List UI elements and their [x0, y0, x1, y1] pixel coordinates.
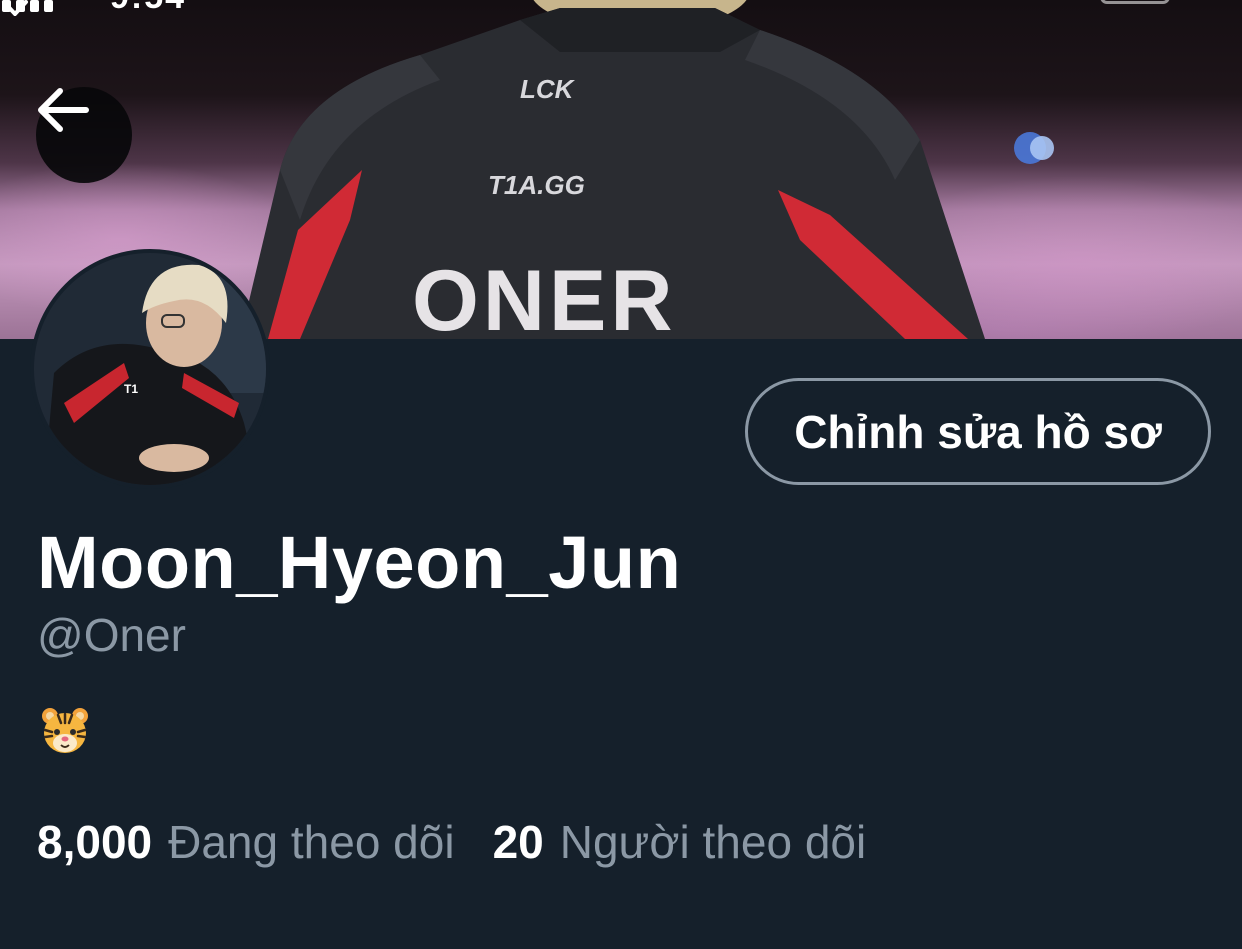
profile-handle: @Oner — [37, 609, 186, 661]
jacket-text-lck: LCK — [520, 74, 576, 104]
profile-screen: LCK T1A.GG ONER 9:54 — [0, 0, 1242, 949]
wifi-icon — [2, 0, 28, 16]
jacket-text-name: ONER — [412, 253, 676, 339]
edit-profile-button[interactable]: Chỉnh sửa hồ sơ — [745, 378, 1211, 485]
tiger-face-icon — [42, 708, 88, 753]
arrow-left-icon — [38, 88, 89, 132]
profile-avatar[interactable]: T1 — [30, 249, 270, 489]
following-count: 8,000 — [37, 816, 153, 868]
battery-icon — [1100, 0, 1170, 4]
profile-display-name: Moon_Hyeon_Jun — [37, 521, 682, 604]
status-time: 9:54 — [110, 0, 186, 17]
following-label: Đang theo dõi — [168, 816, 455, 868]
profile-stats: 8,000 Đang theo dõi 20 Người theo dõi — [37, 815, 866, 869]
svg-text:T1: T1 — [124, 382, 138, 396]
avatar-photo: T1 — [34, 253, 266, 485]
followers-stat[interactable]: 20 Người theo dõi — [493, 815, 867, 869]
jacket-text-sponsor: T1A.GG — [488, 170, 585, 200]
followers-label: Người theo dõi — [559, 816, 867, 868]
following-stat[interactable]: 8,000 Đang theo dõi — [37, 815, 455, 869]
back-button[interactable] — [36, 87, 132, 183]
followers-count: 20 — [492, 816, 544, 868]
